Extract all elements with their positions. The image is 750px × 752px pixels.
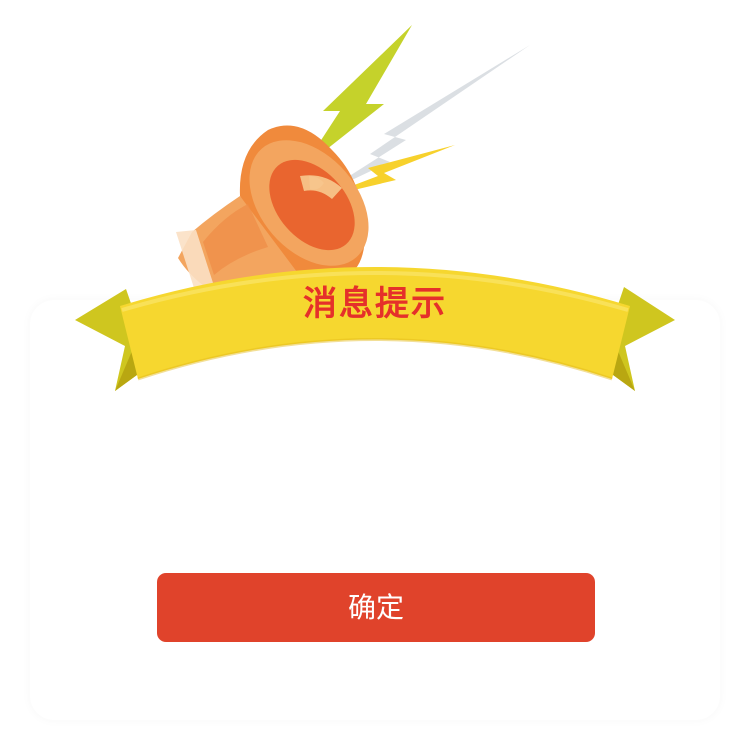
dialog-message [60, 420, 690, 540]
header-illustration [75, 25, 675, 391]
megaphone-icon [176, 25, 530, 296]
confirm-button[interactable]: 确定 [157, 573, 595, 642]
dialog-title: 消息提示 [303, 284, 447, 324]
modal-screen: 消息提示 确定 [0, 0, 750, 752]
